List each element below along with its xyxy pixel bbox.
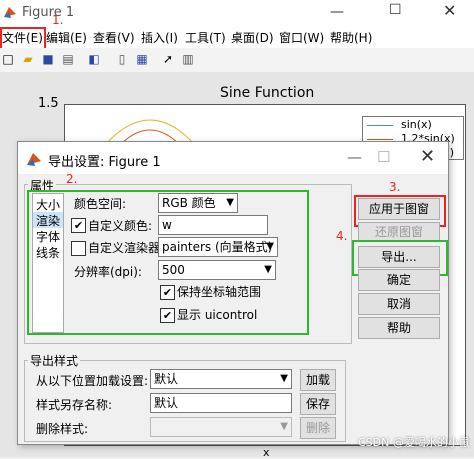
load-button[interactable]: 加载	[300, 369, 336, 391]
load-settings-select[interactable]: 默认 ▼	[150, 369, 292, 389]
custom-color-input[interactable]: w	[158, 215, 268, 235]
legend-icon[interactable]: ▦	[134, 51, 150, 67]
minimize-icon[interactable]: —	[347, 148, 362, 166]
close-icon[interactable]: ✕	[443, 1, 456, 20]
show-uicontrol-checkbox[interactable]: ✔	[160, 308, 175, 323]
menu-edit[interactable]: 编辑(E)	[46, 29, 87, 46]
save-style-input[interactable]: 默认	[150, 393, 292, 413]
legend-label: sin(x)	[401, 118, 432, 131]
maximize-icon[interactable]: ☐	[389, 2, 402, 18]
save-style-label: 样式另存名称:	[36, 398, 113, 412]
ok-button[interactable]: 确定	[358, 269, 440, 291]
color-space-value: RGB 颜色	[162, 196, 216, 210]
chevron-down-icon: ▼	[266, 241, 274, 252]
export-button[interactable]: 导出...	[358, 246, 440, 268]
resolution-select[interactable]: 500 ▼	[158, 260, 276, 280]
keep-axes-label: 保持坐标轴范围	[177, 285, 262, 299]
custom-color-checkbox[interactable]: ✔	[71, 218, 86, 233]
menu-desktop[interactable]: 桌面(D)	[231, 29, 274, 46]
custom-renderer-value: painters (向量格式)	[162, 240, 273, 254]
figure-title: Figure 1	[22, 5, 75, 20]
custom-renderer-label: 自定义渲染器:	[88, 241, 165, 255]
save-icon[interactable]: ■	[40, 51, 56, 67]
matlab-logo-icon	[26, 151, 42, 167]
menu-window[interactable]: 窗口(W)	[279, 29, 324, 46]
legend-line-icon	[367, 139, 393, 140]
custom-renderer-checkbox[interactable]	[71, 241, 86, 256]
close-icon[interactable]: ✕	[420, 146, 435, 167]
custom-color-label: 自定义颜色:	[88, 219, 153, 233]
maximize-icon: ☐	[377, 148, 391, 166]
delete-style-label: 删除样式:	[36, 422, 89, 436]
delete-button: 删除	[300, 417, 336, 439]
minimize-icon[interactable]: —	[330, 4, 344, 20]
chevron-down-icon: ▼	[280, 421, 288, 432]
xlabel: x	[263, 446, 270, 459]
chevron-down-icon: ▼	[280, 373, 288, 384]
chevron-down-icon: ▼	[226, 197, 234, 208]
legend-line-icon	[367, 125, 393, 126]
colorbar-icon[interactable]: ▯	[114, 51, 130, 67]
restore-figure-button: 还原图窗	[358, 222, 440, 242]
resolution-label: 分辨率(dpi):	[74, 265, 142, 279]
menu-tools[interactable]: 工具(T)	[185, 29, 226, 46]
pointer-icon[interactable]: ➚	[160, 51, 176, 67]
annotation-1: 1.	[52, 13, 64, 27]
color-space-select[interactable]: RGB 颜色 ▼	[158, 193, 238, 213]
annotation-4: 4.	[336, 229, 348, 243]
watermark: CSDN @爱喝水的小鼠	[358, 436, 470, 449]
menu-insert[interactable]: 插入(I)	[141, 29, 178, 46]
save-button[interactable]: 保存	[300, 393, 336, 415]
show-uicontrol-label: 显示 uicontrol	[177, 308, 258, 322]
property-editor-icon[interactable]: ▥	[180, 51, 196, 67]
menu-view[interactable]: 查看(V)	[93, 29, 135, 46]
load-settings-value: 默认	[154, 372, 179, 386]
chevron-down-icon: ▼	[264, 264, 272, 275]
keep-axes-checkbox[interactable]: ✔	[160, 285, 175, 300]
export-settings-dialog: 导出设置: Figure 1 — ☐ ✕ 属性 2. 大小 渲染 字体 线条 颜…	[17, 141, 449, 445]
delete-style-select: ▼	[150, 417, 292, 437]
annotation-2: 2.	[66, 172, 78, 186]
new-file-icon[interactable]: □	[0, 51, 16, 67]
help-button[interactable]: 帮助	[358, 317, 440, 339]
dialog-title: 导出设置: Figure 1	[48, 155, 161, 170]
cancel-button[interactable]: 取消	[358, 293, 440, 315]
color-space-label: 颜色空间:	[74, 197, 127, 211]
link-icon[interactable]: ◧	[86, 51, 102, 67]
ytick-label: 1.5	[38, 96, 59, 111]
matlab-logo-icon	[3, 5, 17, 19]
plot-title: Sine Function	[220, 85, 315, 101]
resolution-value: 500	[162, 263, 185, 277]
menu-help[interactable]: 帮助(H)	[330, 29, 372, 46]
print-icon[interactable]: ▤	[60, 51, 76, 67]
open-folder-icon[interactable]: ▰	[20, 51, 36, 67]
apply-to-figure-button[interactable]: 应用于图窗	[358, 198, 440, 220]
load-settings-label: 从以下位置加载设置:	[36, 374, 149, 388]
custom-renderer-select[interactable]: painters (向量格式) ▼	[158, 237, 278, 257]
export-styles-label: 导出样式	[28, 352, 81, 369]
annotation-3: 3.	[389, 180, 401, 194]
